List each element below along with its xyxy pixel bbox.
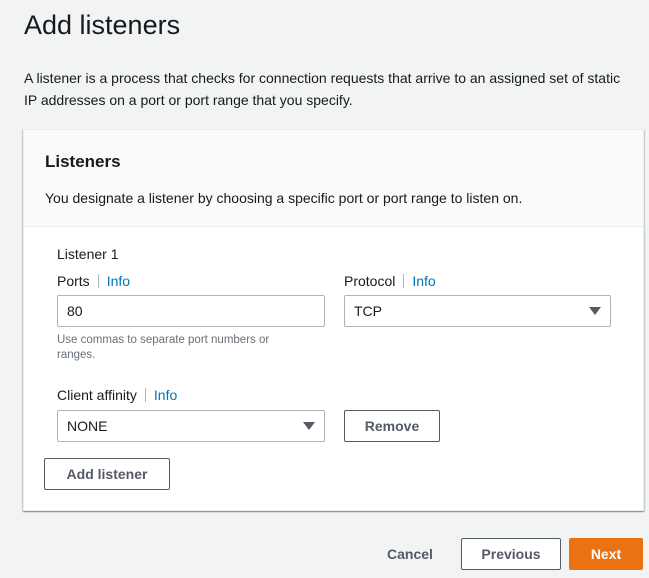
protocol-select-value: TCP bbox=[354, 303, 382, 319]
ports-hint: Use commas to separate port numbers or r… bbox=[57, 334, 270, 361]
client-affinity-label-row: Client affinity Info bbox=[57, 387, 177, 403]
ports-label-row: Ports Info bbox=[57, 273, 130, 289]
caret-down-icon bbox=[303, 422, 315, 430]
page-title: Add listeners bbox=[24, 10, 181, 40]
remove-listener-button[interactable]: Remove bbox=[344, 410, 440, 442]
listeners-panel: Listeners You designate a listener by ch… bbox=[23, 129, 644, 511]
page-description: A listener is a process that checks for … bbox=[24, 70, 621, 108]
ports-input-value: 80 bbox=[67, 303, 83, 319]
protocol-label: Protocol bbox=[344, 273, 396, 289]
label-divider bbox=[97, 274, 99, 288]
add-listener-button[interactable]: Add listener bbox=[44, 458, 170, 490]
client-affinity-info-link[interactable]: Info bbox=[154, 387, 177, 403]
protocol-label-row: Protocol Info bbox=[344, 273, 436, 289]
ports-info-link[interactable]: Info bbox=[107, 273, 130, 289]
ports-label: Ports bbox=[57, 273, 90, 289]
label-divider bbox=[144, 388, 146, 402]
label-divider bbox=[403, 274, 405, 288]
protocol-select[interactable]: TCP bbox=[344, 295, 611, 327]
listener-heading: Listener 1 bbox=[57, 246, 119, 262]
client-affinity-label: Client affinity bbox=[57, 387, 137, 403]
previous-button[interactable]: Previous bbox=[461, 538, 561, 570]
cancel-button[interactable]: Cancel bbox=[378, 538, 442, 570]
protocol-info-link[interactable]: Info bbox=[412, 273, 435, 289]
ports-input[interactable]: 80 bbox=[57, 295, 325, 327]
client-affinity-select[interactable]: NONE bbox=[57, 410, 325, 442]
client-affinity-select-value: NONE bbox=[67, 418, 108, 434]
panel-header: Listeners You designate a listener by ch… bbox=[24, 130, 643, 227]
caret-down-icon bbox=[589, 307, 601, 315]
panel-title: Listeners bbox=[45, 152, 121, 171]
panel-description: You designate a listener by choosing a s… bbox=[45, 190, 523, 206]
next-button[interactable]: Next bbox=[569, 538, 643, 570]
